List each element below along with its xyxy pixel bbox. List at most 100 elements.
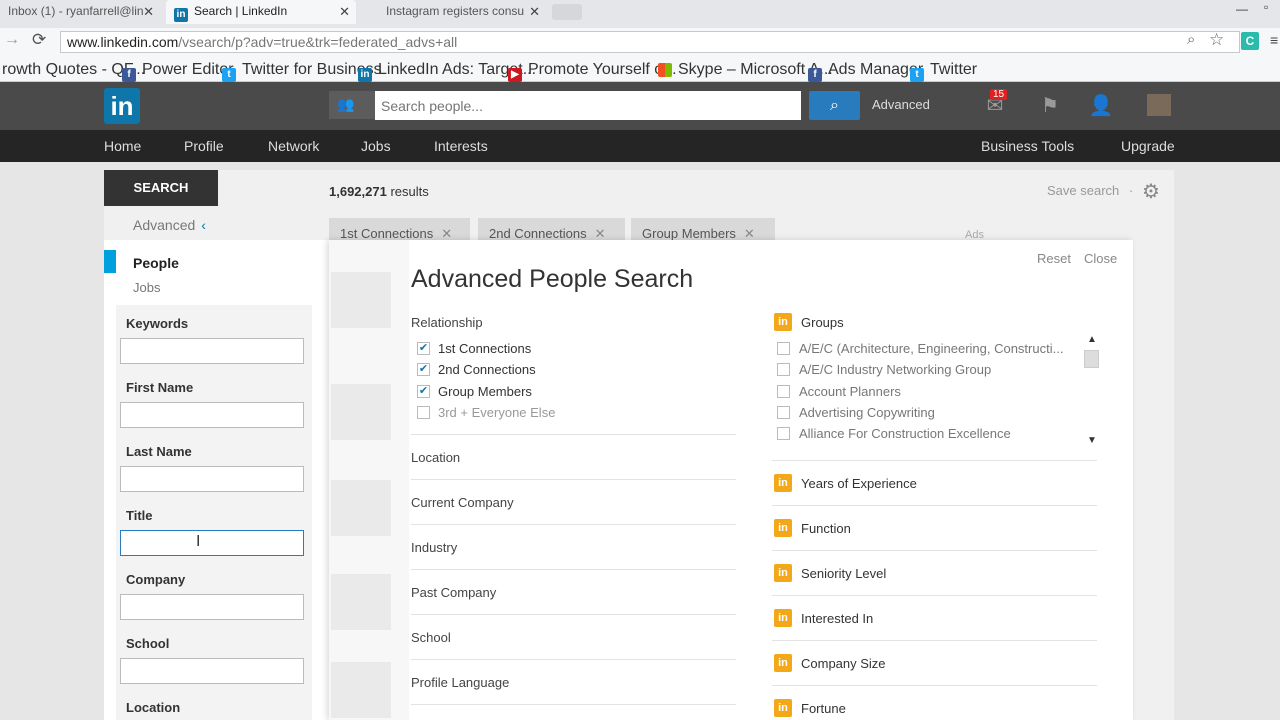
reset-link[interactable]: Reset [1037,251,1071,266]
nav-interests[interactable]: Interests [434,138,488,154]
group-label: Account Planners [799,384,901,399]
checkbox-2nd-connections[interactable]: ✔ [417,363,430,376]
close-icon[interactable]: ✕ [441,226,452,241]
checkbox-3rd-everyone[interactable] [417,406,430,419]
scroll-down-icon[interactable]: ▼ [1087,435,1097,446]
avatar[interactable] [1147,94,1171,116]
ghost-result [331,662,391,718]
forward-icon[interactable]: → [4,31,20,49]
last-name-input[interactable] [120,466,304,492]
browser-tab-instagram[interactable]: Instagram registers consu ✕ [376,0,546,24]
facebook-icon: f [122,68,136,82]
scrollbar-thumb[interactable] [1084,350,1099,368]
close-link[interactable]: Close [1084,251,1117,266]
maximize-icon[interactable]: ▫ [1264,0,1268,14]
tab-close-icon[interactable]: ✕ [143,4,154,20]
section-past-company[interactable]: Past Company [411,585,496,600]
close-icon[interactable]: ✕ [744,226,755,241]
close-icon[interactable]: ✕ [595,226,606,241]
sidebar-item-people[interactable]: People [133,255,179,271]
section-function[interactable]: Function [801,521,851,536]
linkedin-logo[interactable]: in [104,88,140,124]
checkbox-group-members[interactable]: ✔ [417,385,430,398]
checkbox-label: 2nd Connections [438,362,536,377]
group-checkbox[interactable] [777,385,790,398]
section-fortune[interactable]: Fortune [801,701,846,716]
minimize-icon[interactable]: — [1236,2,1248,16]
advanced-search-link[interactable]: Advanced [872,97,930,112]
search-input[interactable] [375,91,801,120]
ghost-result [331,480,391,536]
divider [772,505,1097,506]
add-connection-icon[interactable]: 👤 [1088,93,1114,117]
divider [411,704,736,705]
company-input[interactable] [120,594,304,620]
divider [772,640,1097,641]
last-name-label: Last Name [126,444,192,459]
section-industry[interactable]: Industry [411,540,457,555]
section-seniority-level[interactable]: Seniority Level [801,566,886,581]
section-interested-in[interactable]: Interested In [801,611,873,626]
first-name-input[interactable] [120,402,304,428]
browser-tab-linkedin[interactable]: in Search | LinkedIn ✕ [166,0,356,24]
zoom-icon[interactable]: ⌕ [1187,31,1195,48]
search-type-dropdown[interactable]: 👥 [329,91,375,119]
section-current-company[interactable]: Current Company [411,495,514,510]
group-checkbox[interactable] [777,427,790,440]
section-company-size[interactable]: Company Size [801,656,886,671]
search-button[interactable]: ⌕ [809,91,860,120]
nav-jobs[interactable]: Jobs [361,138,391,154]
group-label: A/E/C Industry Networking Group [799,362,992,377]
address-bar[interactable]: www.linkedin.com/vsearch/p?adv=true&trk=… [60,31,1240,53]
groups-label: Groups [801,315,844,330]
group-label: Alliance For Construction Excellence [799,426,1011,441]
bookmark-skype[interactable]: Skype – Microsoft A... [658,61,833,79]
bookmark-star-icon[interactable]: ☆ [1209,30,1224,50]
group-checkbox[interactable] [777,342,790,355]
divider [772,460,1097,461]
extension-icon[interactable]: C [1241,32,1259,50]
nav-home[interactable]: Home [104,138,141,154]
nav-upgrade[interactable]: Upgrade [1121,138,1175,154]
search-tab[interactable]: SEARCH [104,170,218,206]
people-icon: 👥 [337,96,355,112]
keywords-input[interactable] [120,338,304,364]
reload-icon[interactable]: ⟳ [32,30,46,50]
relationship-label: Relationship [411,315,483,330]
menu-icon[interactable]: ≡ [1270,32,1278,48]
section-profile-language[interactable]: Profile Language [411,675,509,690]
save-search-link[interactable]: Save search · [1047,183,1133,198]
group-label: Advertising Copywriting [799,405,935,420]
premium-in-icon: in [774,564,792,582]
divider [411,569,736,570]
bookmark-power-editor[interactable]: f Power Editor [122,61,234,82]
sidebar-item-jobs[interactable]: Jobs [133,280,160,295]
bookmark-ads-manager[interactable]: f Ads Manager [808,61,923,82]
browser-tab-inbox[interactable]: Inbox (1) - ryanfarrell@lin ✕ [0,0,160,24]
section-location[interactable]: Location [411,450,460,465]
tab-close-icon[interactable]: ✕ [529,4,540,20]
checkbox-label: 1st Connections [438,341,532,356]
group-checkbox[interactable] [777,406,790,419]
flag-icon[interactable]: ⚑ [1037,93,1063,117]
sidebar-advanced-toggle[interactable]: Advanced ‹ [133,217,206,233]
group-checkbox[interactable] [777,363,790,376]
new-tab-button[interactable] [552,4,582,20]
section-school[interactable]: School [411,630,451,645]
checkbox-label: Group Members [438,384,532,399]
tab-close-icon[interactable]: ✕ [339,4,350,20]
checkbox-1st-connections[interactable]: ✔ [417,342,430,355]
scroll-up-icon[interactable]: ▲ [1087,334,1097,345]
nav-network[interactable]: Network [268,138,319,154]
twitter-icon: t [910,68,924,82]
bookmark-promote-yourself[interactable]: ▶ Promote Yourself o... [508,61,677,82]
people-active-indicator [104,250,116,273]
title-input[interactable] [120,530,304,556]
school-input[interactable] [120,658,304,684]
section-years-experience[interactable]: Years of Experience [801,476,917,491]
bookmark-twitter[interactable]: t Twitter [910,61,977,82]
text-cursor-icon: I [196,533,201,550]
gear-icon[interactable]: ⚙ [1142,179,1160,204]
nav-profile[interactable]: Profile [184,138,224,154]
nav-business-tools[interactable]: Business Tools [981,138,1074,154]
